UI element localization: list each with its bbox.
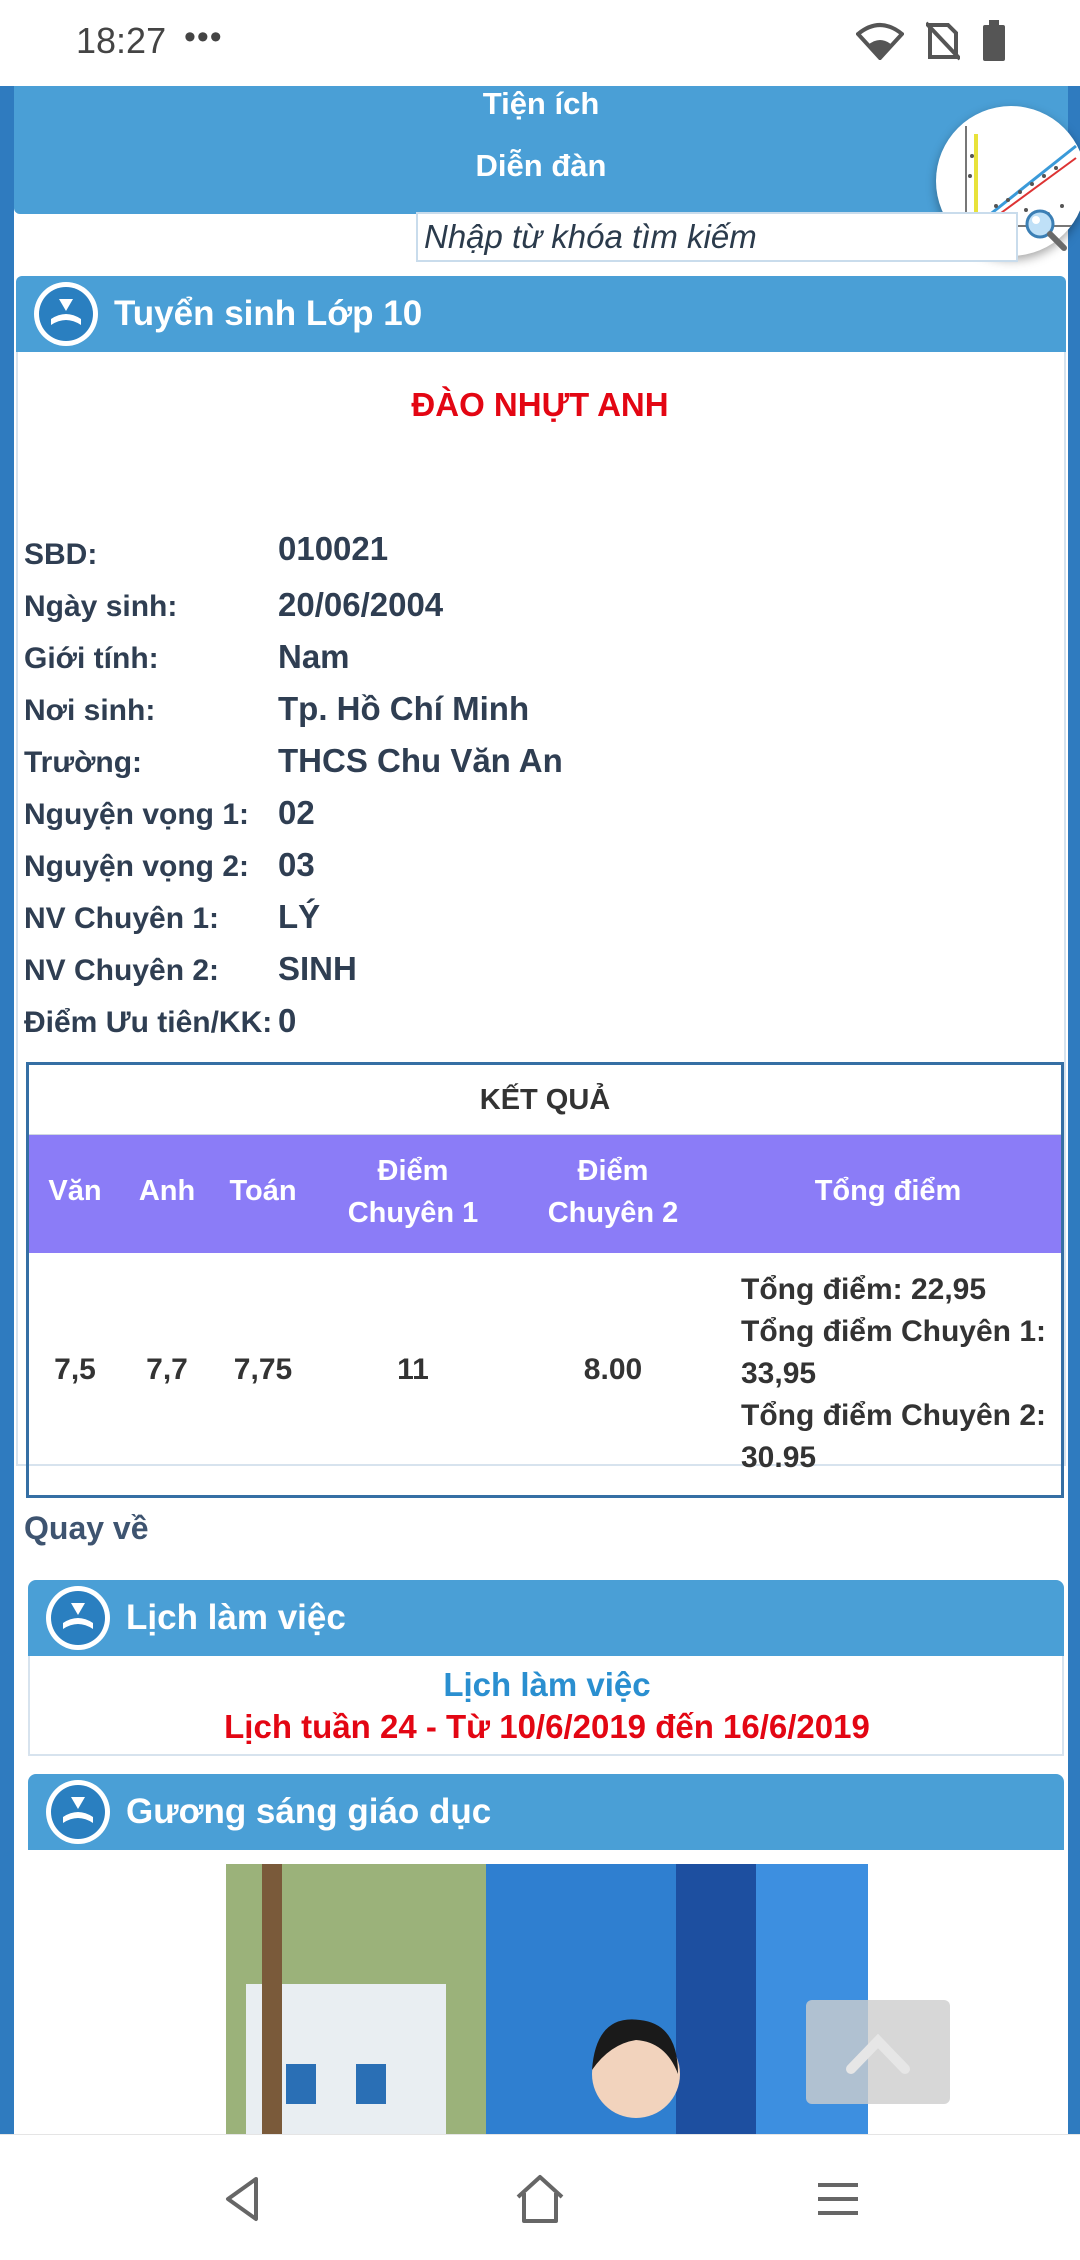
field-label-nguyen-vong-1: Nguyện vọng 1: <box>24 798 250 831</box>
col-header-van: Văn <box>48 1175 102 1207</box>
col-header-chuyen-2: Chuyên 2 <box>547 1197 679 1229</box>
wifi-icon <box>856 23 904 60</box>
menu-item-tien-ich[interactable]: Tiện ích <box>14 86 1068 122</box>
total-line: Tổng điểm Chuyên 2: <box>741 1399 1047 1432</box>
field-label-gioi-tinh: Giới tính: <box>24 642 159 675</box>
lich-lam-viec-header: Lịch làm việc <box>28 1580 1064 1656</box>
top-menu: Tiện ích Diễn đàn <box>14 86 1068 214</box>
field-value-noi-sinh: Tp. Hồ Chí Minh <box>278 690 530 727</box>
field-value-diem-uu-tien: 0 <box>278 1002 297 1039</box>
status-time: 18:27 <box>76 20 167 61</box>
cell-tong-diem: Tổng điểm: 22,95 Tổng điểm Chuyên 1: 33,… <box>741 1269 1061 1479</box>
chevron-up-icon <box>846 2033 910 2074</box>
cell-toan: 7,75 <box>233 1353 293 1386</box>
field-value-nv-chuyen-2: SINH <box>278 950 357 987</box>
field-value-nguyen-vong-2: 03 <box>278 846 315 883</box>
school-logo-icon <box>46 1586 110 1650</box>
lich-lam-viec-link[interactable]: Lịch làm việc <box>0 1666 1080 1704</box>
col-header-toan: Toán <box>229 1175 297 1207</box>
navigation-bar <box>0 2134 1080 2260</box>
student-name: ĐÀO NHỰT ANH <box>411 386 669 423</box>
back-link[interactable]: Quay về <box>24 1510 149 1547</box>
search-icon[interactable] <box>1022 206 1068 252</box>
menu-icon[interactable] <box>806 2167 870 2231</box>
results-data-row: 7,5 7,7 7,75 11 8.00 Tổng điểm: 22,95 Tổ… <box>29 1253 1061 1495</box>
field-value-sbd: 010021 <box>278 530 389 567</box>
battery-icon <box>983 20 1005 61</box>
status-bar: 18:27 ••• <box>0 0 1080 86</box>
cell-anh: 7,7 <box>146 1353 188 1386</box>
field-value-nguyen-vong-1: 02 <box>278 794 315 831</box>
col-header-tong-diem: Tổng điểm <box>814 1175 962 1207</box>
results-header-row: Văn Anh Toán Điểm Chuyên 1 Điểm Chuyên 2… <box>29 1135 1061 1253</box>
school-logo-icon <box>46 1780 110 1844</box>
field-label-noi-sinh: Nơi sinh: <box>24 694 156 727</box>
total-line: 30.95 <box>741 1441 817 1474</box>
results-table: KẾT QUẢ Văn Anh Toán Điểm Chuyên 1 Điểm … <box>26 1062 1064 1498</box>
field-value-ngay-sinh: 20/06/2004 <box>278 586 444 623</box>
cell-diem-chuyen-2: 8.00 <box>583 1353 643 1386</box>
col-header-anh: Anh <box>138 1175 196 1207</box>
cell-van: 7,5 <box>54 1353 96 1386</box>
field-label-nguyen-vong-2: Nguyện vọng 2: <box>24 850 250 883</box>
results-title: KẾT QUẢ <box>29 1065 1061 1135</box>
scroll-to-top-button[interactable] <box>806 2000 950 2104</box>
lich-tuan-link[interactable]: Lịch tuần 24 - Từ 10/6/2019 đến 16/6/201… <box>0 1708 1080 1746</box>
menu-item-dien-dan[interactable]: Diễn đàn <box>14 148 1068 184</box>
search-input[interactable] <box>416 212 1018 262</box>
guong-sang-title: Gương sáng giáo dục <box>126 1792 492 1831</box>
field-label-ngay-sinh: Ngày sinh: <box>24 590 178 623</box>
field-label-nv-chuyen-2: NV Chuyên 2: <box>24 954 220 987</box>
col-header-diem-1: Điểm <box>377 1155 449 1187</box>
field-value-nv-chuyen-1: LÝ <box>278 898 321 935</box>
total-line: Tổng điểm: 22,95 <box>741 1273 987 1306</box>
col-header-diem-2: Điểm <box>577 1155 649 1187</box>
school-logo-icon <box>34 282 98 346</box>
field-label-truong: Trường: <box>24 746 143 779</box>
col-header-chuyen-1: Chuyên 1 <box>347 1197 479 1229</box>
cell-diem-chuyen-1: 11 <box>397 1353 429 1386</box>
field-value-gioi-tinh: Nam <box>278 638 350 675</box>
lich-lam-viec-title: Lịch làm việc <box>126 1598 346 1637</box>
status-icons <box>856 20 1006 62</box>
home-icon[interactable] <box>508 2167 572 2231</box>
tuyen-sinh-title: Tuyển sinh Lớp 10 <box>114 294 423 333</box>
no-sim-icon <box>926 21 960 61</box>
status-more-icon: ••• <box>184 18 223 56</box>
total-line: 33,95 <box>741 1357 817 1390</box>
field-label-nv-chuyen-1: NV Chuyên 1: <box>24 902 220 935</box>
guong-sang-header: Gương sáng giáo dục <box>28 1774 1064 1850</box>
tuyen-sinh-header: Tuyển sinh Lớp 10 <box>16 276 1066 352</box>
back-icon[interactable] <box>210 2167 274 2231</box>
field-value-truong: THCS Chu Văn An <box>278 742 563 779</box>
total-line: Tổng điểm Chuyên 1: <box>741 1315 1047 1348</box>
field-label-sbd: SBD: <box>24 538 98 571</box>
field-label-diem-uu-tien: Điểm Ưu tiên/KK: <box>24 1006 273 1039</box>
